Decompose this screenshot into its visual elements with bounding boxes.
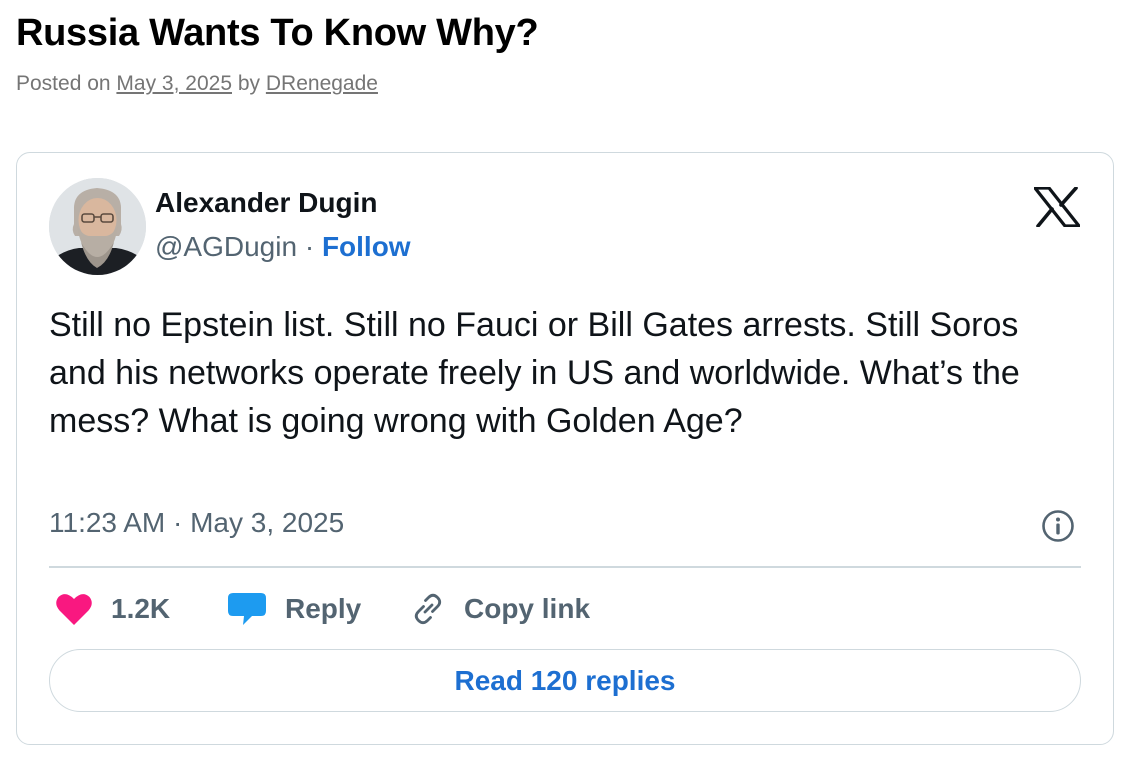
x-logo-icon[interactable] bbox=[1033, 186, 1081, 228]
avatar[interactable] bbox=[49, 178, 146, 275]
author-handle-line: @AGDugin · Follow bbox=[155, 231, 411, 263]
like-count: 1.2K bbox=[111, 593, 171, 624]
handle-separator: · bbox=[304, 231, 315, 262]
reply-button[interactable]: Reply bbox=[227, 589, 361, 629]
avatar-image bbox=[49, 178, 146, 275]
read-replies-button[interactable]: Read 120 replies bbox=[49, 649, 1081, 712]
post-author-link[interactable]: DRenegade bbox=[266, 72, 378, 95]
author-name[interactable]: Alexander Dugin bbox=[155, 187, 377, 219]
post-meta: Posted on May 3, 2025 by DRenegade bbox=[16, 72, 378, 96]
by-label: by bbox=[237, 72, 261, 95]
info-icon[interactable] bbox=[1041, 509, 1075, 543]
divider bbox=[49, 566, 1081, 568]
speech-bubble-icon bbox=[228, 593, 266, 625]
author-handle[interactable]: @AGDugin bbox=[155, 231, 297, 262]
post-date-link[interactable]: May 3, 2025 bbox=[116, 72, 232, 95]
heart-icon bbox=[56, 594, 92, 625]
link-icon bbox=[414, 593, 442, 625]
like-button[interactable]: 1.2K bbox=[55, 589, 170, 629]
posted-on-label: Posted on bbox=[16, 72, 111, 95]
tweet-text: Still no Epstein list. Still no Fauci or… bbox=[49, 306, 1020, 440]
tweet-timestamp[interactable]: 11:23 AM · May 3, 2025 bbox=[49, 507, 344, 539]
copy-link-label: Copy link bbox=[464, 593, 591, 624]
follow-link[interactable]: Follow bbox=[322, 231, 411, 262]
copy-link-button[interactable]: Copy link bbox=[410, 589, 590, 629]
post-title: Russia Wants To Know Why? bbox=[16, 12, 539, 54]
tweet-embed-card: Alexander Dugin @AGDugin · Follow Still … bbox=[16, 152, 1114, 745]
reply-label: Reply bbox=[285, 593, 362, 624]
